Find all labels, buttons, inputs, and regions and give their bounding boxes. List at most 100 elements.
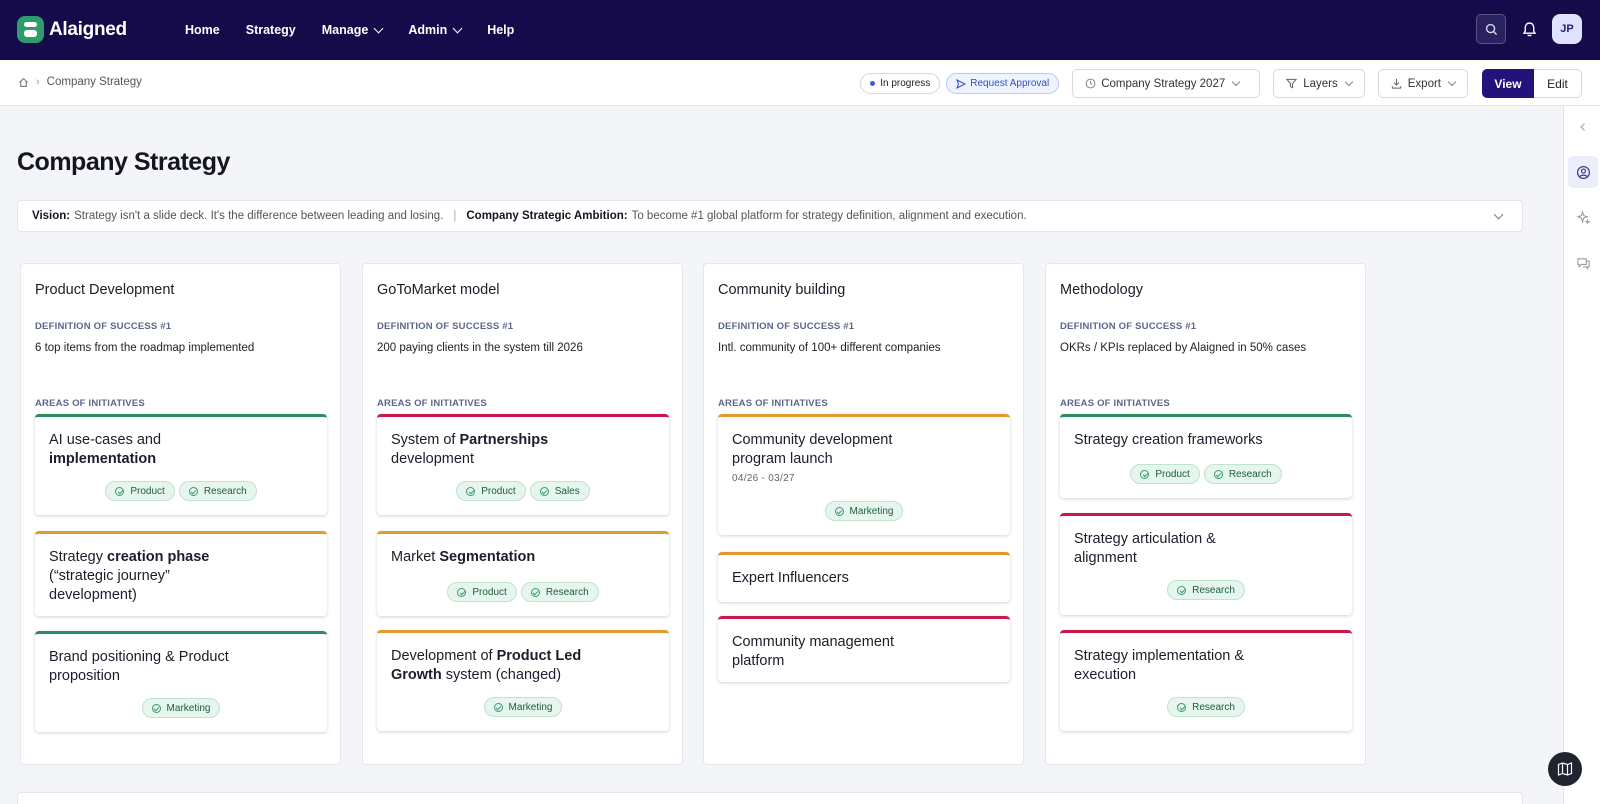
nav-help[interactable]: Help bbox=[487, 23, 514, 37]
search-button[interactable] bbox=[1476, 14, 1506, 44]
initiative-card[interactable]: System of Partnerships development Produ… bbox=[377, 414, 669, 515]
clock-icon bbox=[1085, 78, 1096, 89]
dos-label: DEFINITION OF SUCCESS #1 bbox=[377, 321, 514, 332]
initiative-card[interactable]: Market Segmentation Product Research bbox=[377, 531, 669, 616]
title-text: (“strategic journey” development) bbox=[49, 568, 170, 603]
status-dot-icon bbox=[870, 81, 876, 86]
initiative-title: Market Segmentation bbox=[391, 548, 641, 567]
aoi-label: AREAS OF INITIATIVES bbox=[718, 398, 828, 409]
chevron-down-icon bbox=[1232, 77, 1241, 87]
initiative-card[interactable]: Development of Product Led Growth system… bbox=[377, 630, 669, 731]
breadcrumb-separator-icon: › bbox=[36, 76, 40, 88]
dos-label: DEFINITION OF SUCCESS #1 bbox=[1060, 321, 1197, 332]
chevron-down-icon[interactable] bbox=[1493, 209, 1504, 220]
check-circle-icon bbox=[834, 506, 844, 516]
title-text: Strategy bbox=[49, 549, 103, 565]
layers-button[interactable]: Layers bbox=[1273, 69, 1365, 98]
status-badge[interactable]: In progress bbox=[860, 73, 941, 94]
map-button[interactable] bbox=[1548, 752, 1582, 786]
profile-panel-button[interactable] bbox=[1568, 156, 1598, 188]
chevron-down-icon bbox=[1344, 77, 1353, 87]
nav-strategy-label: Strategy bbox=[245, 23, 296, 37]
initiative-card[interactable]: Strategy creation phase (“strategic jour… bbox=[35, 531, 327, 616]
toolbar: › Company Strategy In progress Request A… bbox=[0, 60, 1600, 106]
user-avatar[interactable]: JP bbox=[1552, 14, 1582, 44]
aoi-label: AREAS OF INITIATIVES bbox=[35, 398, 145, 409]
vision-bar[interactable]: Vision: Strategy isn't a slide deck. It'… bbox=[17, 200, 1523, 232]
map-icon bbox=[1557, 762, 1573, 776]
search-icon bbox=[1485, 23, 1497, 35]
export-button[interactable]: Export bbox=[1377, 69, 1468, 98]
check-circle-icon bbox=[539, 486, 549, 496]
initiative-title: Development of Product Led Growth system… bbox=[391, 647, 601, 685]
tag[interactable]: Marketing bbox=[483, 697, 563, 717]
collapse-panel-button[interactable] bbox=[1570, 114, 1596, 140]
tag[interactable]: Marketing bbox=[141, 698, 221, 718]
request-approval-button[interactable]: Request Approval bbox=[946, 73, 1060, 94]
initiative-card[interactable]: Brand positioning & Product proposition … bbox=[35, 631, 327, 732]
tag[interactable]: Sales bbox=[529, 481, 590, 501]
pillar-title[interactable]: GoToMarket model bbox=[377, 282, 500, 298]
nav-strategy[interactable]: Strategy bbox=[246, 23, 296, 37]
view-mode-button[interactable]: View bbox=[1482, 69, 1534, 98]
app-logo[interactable]: Alaigned bbox=[17, 16, 127, 43]
vision-text: Strategy isn't a slide deck. It's the di… bbox=[74, 210, 444, 222]
comments-button[interactable] bbox=[1570, 250, 1596, 276]
initiative-card[interactable]: Strategy creation frameworks Product Res… bbox=[1060, 414, 1352, 498]
title-text: Market bbox=[391, 549, 436, 565]
right-sidebar bbox=[1563, 106, 1600, 804]
initiative-card[interactable]: Strategy articulation & alignment Resear… bbox=[1060, 513, 1352, 615]
tag[interactable]: Product bbox=[105, 481, 175, 501]
tag[interactable]: Product bbox=[447, 582, 517, 602]
sparkle-icon bbox=[1575, 209, 1591, 225]
tag[interactable]: Research bbox=[1203, 464, 1282, 484]
tag[interactable]: Research bbox=[1167, 580, 1245, 600]
notifications-button[interactable] bbox=[1514, 14, 1544, 44]
tag-list: Marketing bbox=[377, 697, 669, 717]
initiative-title: System of Partnerships development bbox=[391, 431, 571, 469]
divider: | bbox=[453, 210, 457, 222]
tag[interactable]: Research bbox=[1167, 697, 1245, 717]
title-text: Development of bbox=[391, 648, 493, 664]
app-name: Alaigned bbox=[49, 18, 127, 40]
pillar-title[interactable]: Methodology bbox=[1060, 282, 1143, 298]
tag-label: Marketing bbox=[166, 702, 211, 714]
nav-home[interactable]: Home bbox=[185, 23, 220, 37]
strategy-select[interactable]: Company Strategy 2027 bbox=[1072, 69, 1261, 98]
tag[interactable]: Product bbox=[456, 481, 526, 501]
nav-manage[interactable]: Manage bbox=[321, 23, 384, 37]
tag-label: Product bbox=[130, 485, 165, 497]
check-circle-icon bbox=[493, 702, 503, 712]
aoi-label: AREAS OF INITIATIVES bbox=[377, 398, 487, 409]
ai-assistant-button[interactable] bbox=[1570, 204, 1596, 230]
tag-label: Marketing bbox=[849, 505, 894, 517]
check-circle-icon bbox=[457, 587, 467, 597]
tag-label: Research bbox=[1228, 468, 1272, 480]
tag[interactable]: Research bbox=[520, 582, 599, 602]
initiative-card[interactable]: Community development program launch 04/… bbox=[718, 414, 1010, 535]
initiative-card[interactable]: AI use-cases and implementation Product R… bbox=[35, 414, 327, 515]
tag[interactable]: Product bbox=[1130, 464, 1200, 484]
nav-admin[interactable]: Admin bbox=[408, 23, 463, 37]
logo-icon bbox=[17, 16, 44, 43]
home-icon[interactable] bbox=[18, 77, 29, 88]
export-label: Export bbox=[1407, 77, 1441, 90]
chevron-down-icon bbox=[373, 23, 384, 33]
initiative-card[interactable]: Community management platform bbox=[718, 616, 1010, 682]
toolbar-actions: In progress Request Approval Company Str… bbox=[860, 69, 1582, 98]
pillar-title[interactable]: Community building bbox=[718, 282, 845, 298]
edit-mode-button[interactable]: Edit bbox=[1534, 69, 1582, 98]
tag[interactable]: Marketing bbox=[824, 501, 904, 521]
check-circle-icon bbox=[466, 486, 476, 496]
dos-text: 6 top items from the roadmap implemented bbox=[35, 342, 255, 354]
pillar-title[interactable]: Product Development bbox=[35, 282, 174, 298]
page-title: Company Strategy bbox=[17, 148, 230, 176]
initiative-card[interactable]: Expert Influencers bbox=[718, 552, 1010, 602]
initiative-card[interactable]: Strategy implementation & execution Rese… bbox=[1060, 630, 1352, 731]
tag-list: Product Research bbox=[35, 481, 327, 501]
ambition-label: Company Strategic Ambition: bbox=[466, 210, 628, 222]
dos-text: 200 paying clients in the system till 20… bbox=[377, 342, 583, 354]
strategy-select-value: Company Strategy 2027 bbox=[1101, 77, 1226, 90]
nav-manage-label: Manage bbox=[321, 23, 369, 37]
tag[interactable]: Research bbox=[178, 481, 257, 501]
